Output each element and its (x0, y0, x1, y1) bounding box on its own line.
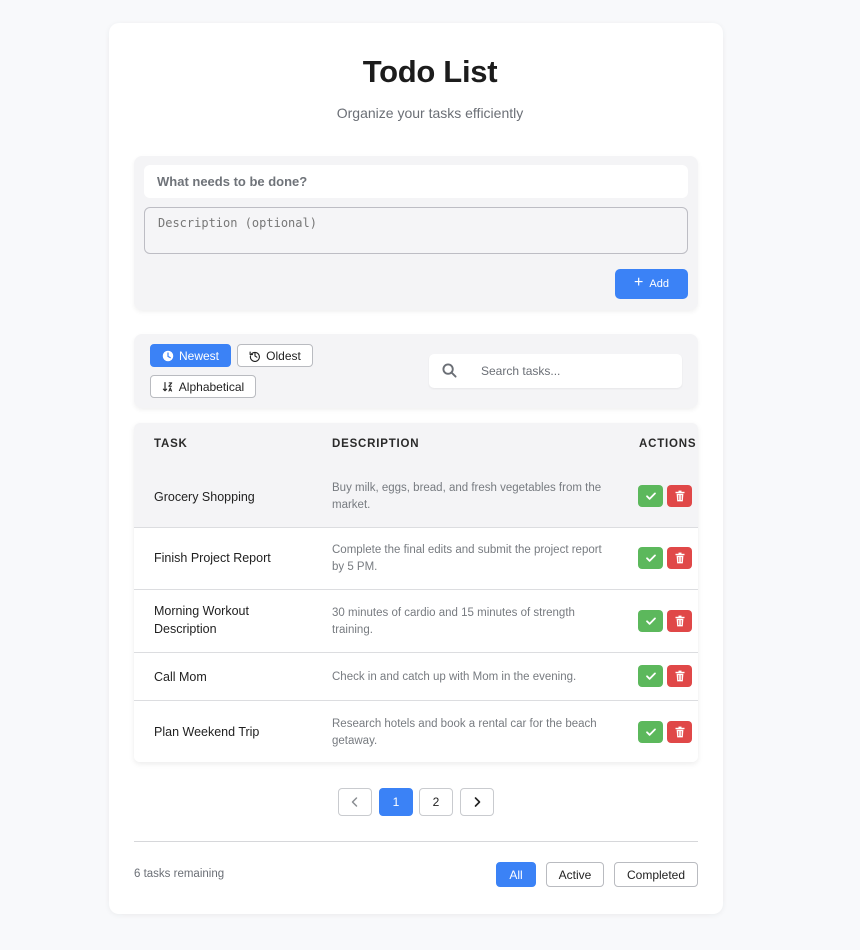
delete-button[interactable] (667, 485, 692, 507)
delete-button[interactable] (667, 610, 692, 632)
page-2-button[interactable]: 2 (419, 788, 453, 816)
footer-divider (134, 841, 698, 842)
table-row: Grocery Shopping Buy milk, eggs, bread, … (134, 467, 698, 528)
header-actions: ACTIONS (639, 438, 697, 450)
add-task-panel: + Add (134, 156, 698, 310)
sort-newest-button[interactable]: Newest (150, 344, 231, 367)
task-title: Finish Project Report (154, 551, 271, 565)
header-task: TASK (154, 438, 188, 450)
search-box (429, 354, 682, 388)
complete-button[interactable] (638, 721, 663, 743)
table-row: Finish Project Report Complete the final… (134, 528, 698, 590)
check-icon (645, 728, 656, 736)
table-row: Plan Weekend Trip Research hotels and bo… (134, 701, 698, 762)
task-title: Grocery Shopping (154, 490, 255, 504)
task-title: Plan Weekend Trip (154, 725, 260, 739)
sort-alphabetical-label: Alphabetical (178, 379, 245, 394)
task-description: Check in and catch up with Mom in the ev… (332, 671, 577, 683)
sort-alphabetical-button[interactable]: Alphabetical (150, 375, 256, 398)
delete-button[interactable] (667, 547, 692, 569)
tasks-remaining-count: 6 tasks remaining (134, 868, 225, 880)
sort-search-panel: Newest Oldest Alphabetical (134, 334, 698, 408)
add-task-label: Add (649, 278, 669, 290)
complete-button[interactable] (638, 610, 663, 632)
trash-icon (675, 615, 684, 627)
trash-icon (675, 552, 684, 564)
task-title-input[interactable] (144, 165, 688, 198)
trash-icon (675, 670, 684, 682)
complete-button[interactable] (638, 485, 663, 507)
task-title: Call Mom (154, 670, 207, 684)
sort-alpha-icon (162, 381, 173, 392)
filter-active-button[interactable]: Active (546, 862, 604, 887)
search-icon (442, 363, 457, 378)
page-subtitle: Organize your tasks efficiently (336, 105, 524, 121)
chevron-right-icon (474, 797, 481, 807)
delete-button[interactable] (667, 721, 692, 743)
table-row: Morning Workout Description 30 minutes o… (134, 590, 698, 653)
clock-icon (162, 350, 174, 361)
task-description: 30 minutes of cardio and 15 minutes of s… (332, 607, 575, 636)
previous-page-button[interactable] (338, 788, 372, 816)
delete-button[interactable] (667, 665, 692, 687)
check-icon (645, 554, 656, 562)
task-description: Complete the final edits and submit the … (332, 544, 602, 573)
table-header: TASK DESCRIPTION ACTIONS (134, 423, 698, 467)
task-description-input[interactable] (144, 207, 688, 254)
filter-all-button[interactable]: All (496, 862, 536, 887)
check-icon (645, 492, 656, 500)
task-title: Morning Workout Description (154, 604, 249, 636)
sort-oldest-label: Oldest (266, 348, 301, 363)
check-icon (645, 617, 656, 625)
trash-icon (675, 490, 684, 502)
table-row: Call Mom Check in and catch up with Mom … (134, 653, 698, 701)
task-description: Buy milk, eggs, bread, and fresh vegetab… (332, 482, 602, 511)
next-page-button[interactable] (460, 788, 494, 816)
page-1-button[interactable]: 1 (379, 788, 413, 816)
filter-completed-button[interactable]: Completed (614, 862, 698, 887)
sort-oldest-button[interactable]: Oldest (237, 344, 313, 367)
page-title: Todo List (362, 54, 498, 89)
search-input[interactable] (467, 354, 677, 388)
complete-button[interactable] (638, 547, 663, 569)
chevron-left-icon (351, 797, 358, 807)
task-description: Research hotels and book a rental car fo… (332, 718, 597, 747)
header-description: DESCRIPTION (332, 438, 420, 450)
tasks-table: TASK DESCRIPTION ACTIONS Grocery Shoppin… (134, 423, 698, 762)
check-icon (645, 672, 656, 680)
trash-icon (675, 726, 684, 738)
add-task-button[interactable]: + Add (615, 269, 688, 299)
complete-button[interactable] (638, 665, 663, 687)
history-icon (249, 351, 261, 362)
sort-newest-label: Newest (178, 348, 219, 363)
plus-icon: + (634, 274, 644, 291)
